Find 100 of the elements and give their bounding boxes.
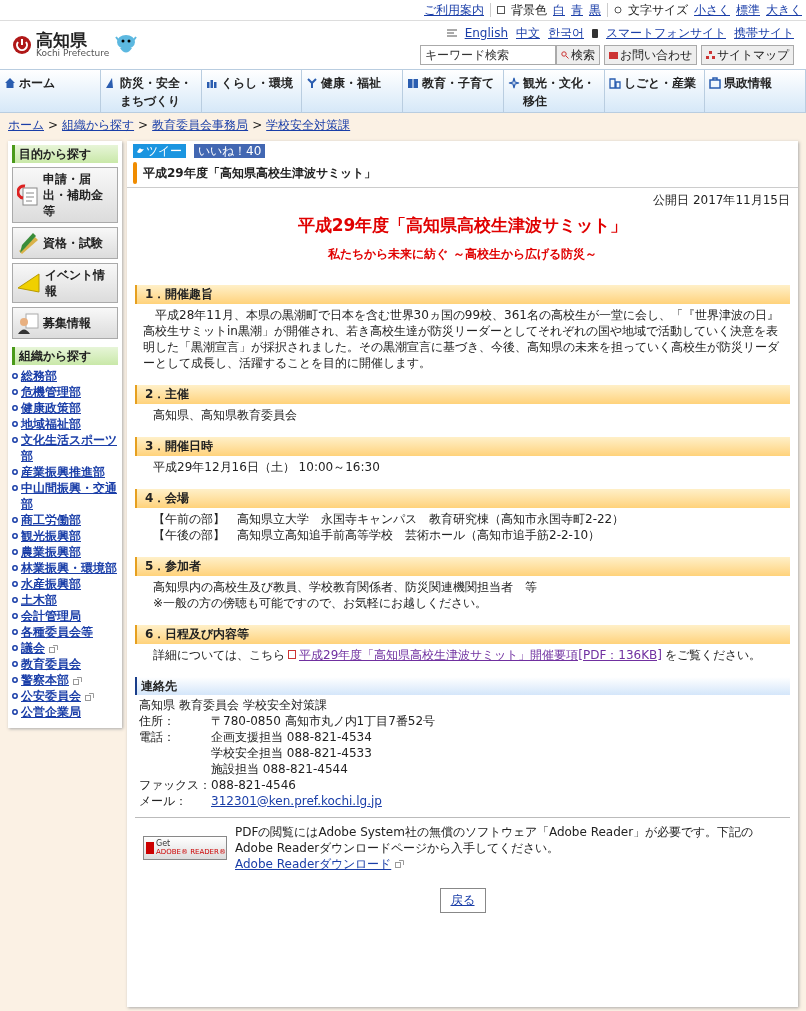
department-link[interactable]: 文化生活スポーツ部 (21, 432, 118, 464)
smartphone-icon (592, 28, 598, 38)
department-link[interactable]: 水産振興部 (21, 576, 81, 592)
bullet-icon (12, 709, 18, 715)
language-link[interactable]: 中文 (516, 24, 540, 42)
prefecture-emblem-icon (12, 35, 32, 55)
background-color-link[interactable]: 白 (553, 1, 565, 19)
section-text: 平成29年12月16日（土） 10:00～16:30 (152, 458, 381, 475)
breadcrumb-link[interactable]: 教育委員会事務局 (152, 116, 249, 134)
font-size-link[interactable]: 標準 (736, 1, 760, 19)
back-button[interactable]: 戻る (439, 887, 486, 913)
font-size-label: 文字サイズ (628, 2, 688, 19)
page-title: 平成29年度「高知県高校生津波サミット」 (143, 164, 376, 182)
contact-label: 電話： (139, 728, 176, 746)
article-title: 平成29年度「高知県高校生津波サミット」 (296, 214, 629, 237)
language-link[interactable]: 한국어 (548, 24, 584, 42)
purpose-button[interactable]: 募集情報 (12, 307, 118, 339)
bullet-icon (12, 549, 18, 555)
adobe-download-link[interactable]: Adobe Readerダウンロード (235, 856, 392, 871)
bullet-icon (12, 533, 18, 539)
adobe-logo-icon (146, 841, 154, 854)
document-icon (288, 650, 296, 659)
breadcrumb-link[interactable]: ホーム (8, 116, 44, 134)
sitemap-button[interactable]: サイトマップ (701, 45, 794, 65)
font-size-link[interactable]: 小さく (694, 1, 730, 19)
bullet-icon (12, 437, 18, 443)
sidebar-heading: 目的から探す (12, 145, 118, 163)
department-link[interactable]: 教育委員会 (21, 656, 81, 672)
search-button[interactable]: 検索 (556, 45, 600, 65)
department-link[interactable]: 公安委員会 (21, 688, 81, 704)
department-link[interactable]: 産業振興推進部 (21, 464, 105, 480)
section-heading: 1．開催趣旨 (135, 284, 790, 304)
logo-text: 高知県 (36, 32, 87, 49)
nav-tab[interactable]: 教育・子育て (403, 70, 504, 112)
bullet-icon (12, 373, 18, 379)
department-link[interactable]: 土木部 (21, 592, 57, 608)
nav-tab[interactable]: 健康・福祉 (302, 70, 403, 112)
email-link[interactable]: 312301@ken.pref.kochi.lg.jp (211, 792, 382, 809)
badge-small-text: Get (156, 838, 172, 848)
purpose-button[interactable]: 申請・届出・補助金等 (12, 167, 118, 223)
section-heading: 4．会場 (135, 488, 790, 508)
breadcrumb-separator: > (138, 117, 149, 134)
background-color-label: 背景色 (511, 2, 547, 19)
contact-label: ファックス： (139, 776, 211, 793)
department-link[interactable]: 警察本部 (21, 672, 69, 688)
nav-tab[interactable]: 観光・文化・移住 (503, 70, 605, 112)
contact-value: 〒780-0850 高知市丸ノ内1丁目7番52号 (211, 712, 436, 729)
contact-button[interactable]: お問い合わせ (604, 45, 697, 65)
purpose-button[interactable]: イベント情報 (12, 263, 118, 303)
external-link-icon (73, 676, 82, 685)
bullet-icon (12, 645, 18, 651)
section-text: 高知県内の高校生及び教員、学校教育関係者、防災関連機関担当者 等 (152, 578, 538, 595)
contact-label: 住所： (139, 712, 176, 729)
department-link[interactable]: 健康政策部 (21, 400, 81, 416)
pdf-link[interactable]: 平成29年度「高知県高校生津波サミット」開催要項[PDF：136KB] (299, 646, 663, 663)
department-link[interactable]: 観光振興部 (21, 528, 81, 544)
bullet-icon (12, 405, 18, 411)
purpose-button[interactable]: 資格・試験 (12, 227, 118, 259)
background-color-link[interactable]: 青 (571, 1, 583, 19)
background-color-link[interactable]: 黒 (589, 1, 601, 19)
guide-link[interactable]: ご利用案内 (424, 1, 484, 19)
breadcrumb-link[interactable]: 学校安全対策課 (266, 116, 351, 134)
department-link[interactable]: 農業振興部 (21, 544, 81, 560)
article-subtitle: 私たちから未来に紡ぐ ～高校生から広げる防災～ (327, 245, 598, 263)
book-icon (407, 77, 419, 89)
section-heading: 2．主催 (135, 384, 790, 404)
nav-tab[interactable]: くらし・環境 (201, 70, 303, 112)
nav-tab[interactable]: 県政情報 (705, 70, 806, 112)
smartphone-site-link[interactable]: スマートフォンサイト (606, 24, 726, 42)
section-heading: 6．日程及び内容等 (135, 624, 790, 644)
department-link[interactable]: 地域福祉部 (21, 416, 81, 432)
contact-value: 企画支援担当 088-821-4534 (211, 728, 372, 745)
breadcrumb-link[interactable]: 組織から探す (62, 116, 135, 134)
department-link[interactable]: 中山間振興・交通部 (21, 480, 118, 512)
section-text: 平成28年11月、本県の黒潮町で日本を含む世界30ヵ国の99校、361名の高校生が一堂に会し、「『世界津波の日』高校生サミットin黒潮」が開催され、若き高校生達が防災リーダーとしてそれぞれの国や地域で活動していく決意を表明した「黒潮宣言」が採択されました。その黒潮宣言に基づき、今後、高知県の未来を担っていく高校生が防災リーダーとして成長し、活躍することを目的に開催します。 (143, 306, 780, 371)
section-text: をご覧ください。 (665, 646, 762, 663)
department-link[interactable]: 林業振興・環境部 (21, 560, 117, 576)
nav-tab[interactable]: 防災・安全・まちづくり (100, 70, 202, 112)
logo-subtitle: Kochi Prefecture (36, 49, 110, 58)
contact-value: 施設担当 088-821-4544 (211, 760, 349, 777)
department-link[interactable]: 危機管理部 (21, 384, 81, 400)
bullet-icon (12, 693, 18, 699)
section-text: 詳細については、こちら (153, 646, 285, 663)
nav-tab[interactable]: ホーム (0, 70, 101, 112)
section-heading: 5．参加者 (135, 556, 790, 576)
department-link[interactable]: 商工労働部 (21, 512, 81, 528)
department-link[interactable]: 議会 (21, 640, 45, 656)
language-link[interactable]: English (464, 24, 508, 42)
nav-tab[interactable]: しごと・産業 (604, 70, 706, 112)
square-icon (497, 6, 505, 14)
font-size-link[interactable]: 大きく (766, 1, 802, 19)
mobile-site-link[interactable]: 携帯サイト (734, 24, 794, 42)
department-link[interactable]: 会計管理局 (21, 608, 81, 624)
like-button[interactable]: いいね！40 (194, 144, 266, 158)
department-link[interactable]: 各種委員会等 (21, 624, 93, 640)
department-link[interactable]: 総務部 (21, 368, 57, 384)
sparkle-icon (507, 77, 520, 89)
department-link[interactable]: 公営企業局 (21, 704, 81, 720)
contact-org: 高知県 教育委員会 学校安全対策課 (139, 696, 328, 713)
search-field[interactable]: キーワード検索 (420, 45, 556, 65)
